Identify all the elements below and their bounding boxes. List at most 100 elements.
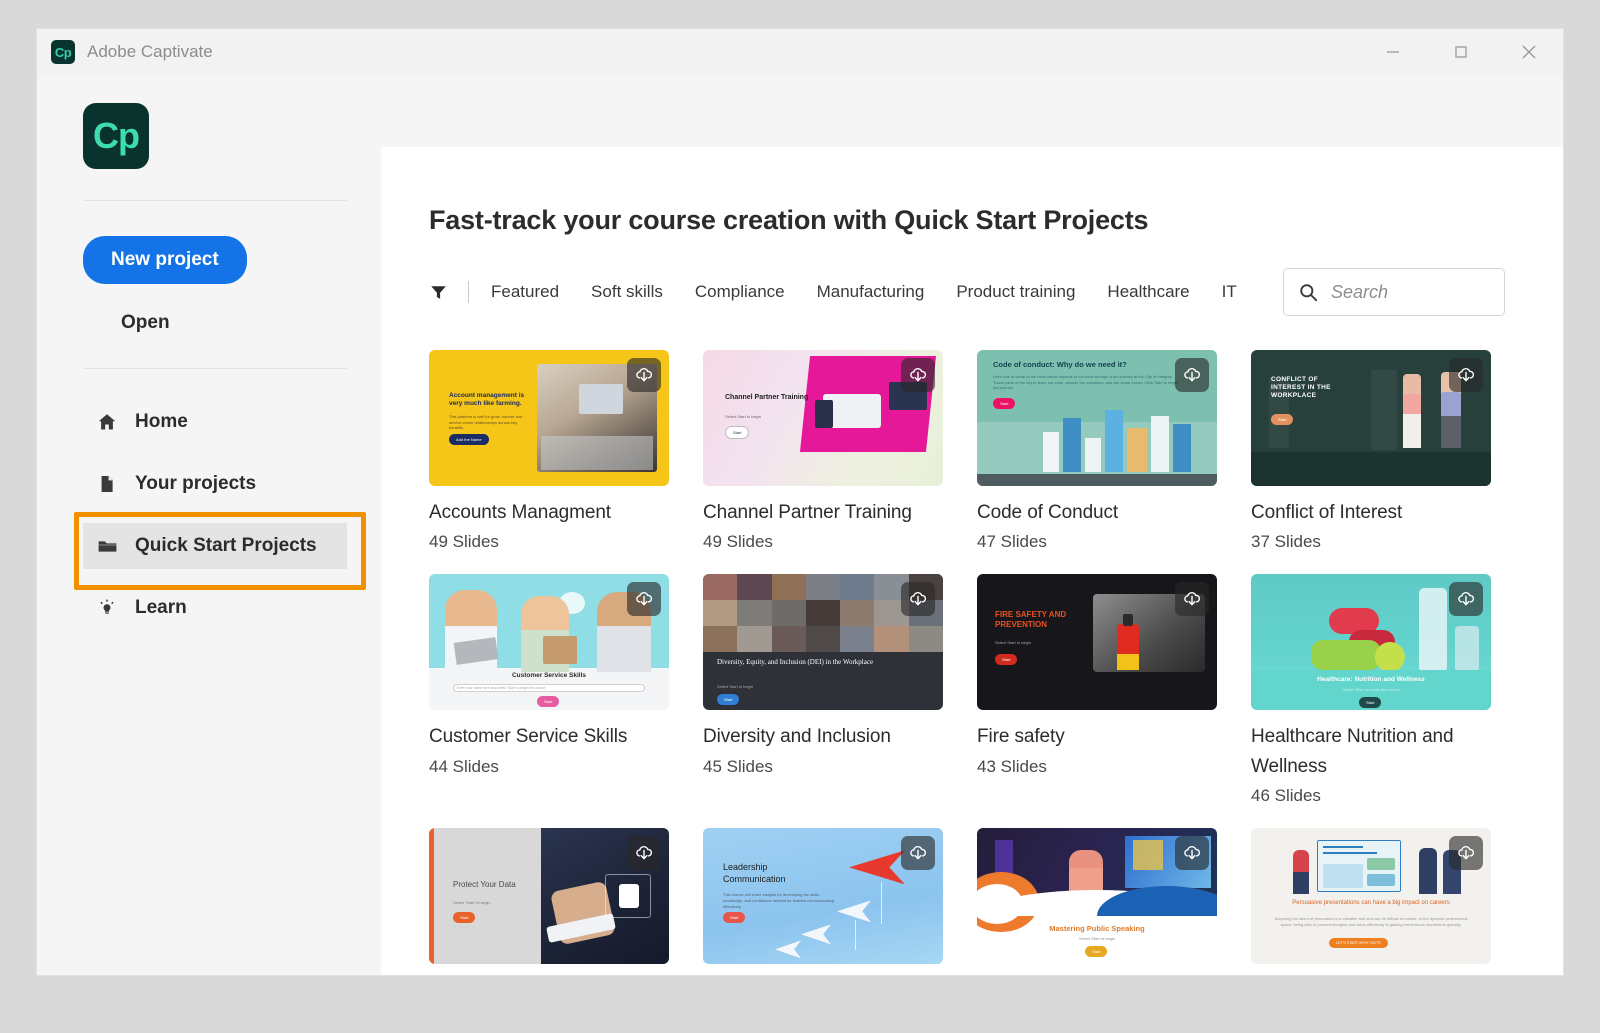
- card-mastering-public-speaking[interactable]: Mastering Public Speaking Select Start t…: [977, 828, 1217, 975]
- thumb-sub: This course will share insights for deve…: [723, 892, 834, 909]
- folder-icon: [97, 536, 123, 557]
- download-icon[interactable]: [901, 358, 935, 392]
- card-thumbnail[interactable]: Healthcare: Nutrition and Wellness Selec…: [1251, 574, 1491, 711]
- funnel-icon[interactable]: [429, 283, 448, 302]
- captivate-logo: Cp: [83, 103, 149, 169]
- card-thumbnail[interactable]: Protect Your Data Select 'Start' to begi…: [429, 828, 669, 965]
- download-icon[interactable]: [1175, 836, 1209, 871]
- maximize-icon: [1455, 46, 1467, 58]
- download-icon[interactable]: [1449, 836, 1483, 871]
- app-window: Cp Adobe Captivate Cp New project Open H…: [36, 28, 1564, 976]
- thumb-sub: Select 'Start' to begin the course: [1342, 686, 1400, 692]
- card-it-data-protection[interactable]: Protect Your Data Select 'Start' to begi…: [429, 828, 669, 975]
- card-slides: 49 Slides: [703, 532, 773, 552]
- sidebar-divider-middle: [83, 368, 347, 369]
- download-icon[interactable]: [1175, 358, 1209, 392]
- thumb-heading: Customer Service Skills: [511, 672, 587, 680]
- sidebar: Cp New project Open Home Your projects Q…: [37, 75, 381, 975]
- sidebar-item-label: Learn: [135, 597, 187, 618]
- download-icon[interactable]: [1449, 358, 1483, 392]
- thumb-button: Start: [537, 696, 560, 708]
- thumb-heading: Persuasive presentations can have a big …: [1292, 900, 1450, 907]
- thumb-button: Start: [1085, 946, 1108, 958]
- maximize-button[interactable]: [1427, 29, 1495, 75]
- card-healthcare-nutrition-and-wellness[interactable]: Healthcare: Nutrition and Wellness Selec…: [1251, 574, 1491, 806]
- card-persuasive-presentation[interactable]: Persuasive presentations can have a big …: [1251, 828, 1491, 975]
- card-thumbnail[interactable]: Mastering Public Speaking Select Start t…: [977, 828, 1217, 965]
- category-manufacturing[interactable]: Manufacturing: [817, 282, 925, 302]
- window-controls: [1359, 29, 1563, 75]
- card-thumbnail[interactable]: Persuasive presentations can have a big …: [1251, 828, 1491, 965]
- thumb-sub: Enter your name here and select 'Start' …: [457, 685, 546, 690]
- category-compliance[interactable]: Compliance: [695, 282, 785, 302]
- card-slides: 37 Slides: [1251, 532, 1321, 552]
- card-conflict-of-interest[interactable]: CONFLICT OF INTEREST IN THE WORKPLACE St…: [1251, 350, 1491, 552]
- new-project-wrap: New project: [37, 201, 381, 284]
- card-leadership-communications[interactable]: Leadership Communication This course wil…: [703, 828, 943, 975]
- card-thumbnail[interactable]: Diversity, Equity, and Inclusion (DEI) i…: [703, 574, 943, 711]
- category-healthcare[interactable]: Healthcare: [1107, 282, 1189, 302]
- download-icon[interactable]: [627, 836, 661, 871]
- card-thumbnail[interactable]: Leadership Communication This course wil…: [703, 828, 943, 965]
- download-icon[interactable]: [901, 582, 935, 617]
- download-icon[interactable]: [901, 836, 935, 871]
- card-customer-service-skills[interactable]: Customer Service Skills Enter your name …: [429, 574, 669, 806]
- card-thumbnail[interactable]: Account management is very much like far…: [429, 350, 669, 486]
- card-slides: 46 Slides: [1251, 786, 1321, 806]
- thumb-heading: FIRE SAFETY AND PREVENTION: [995, 610, 1067, 630]
- sidebar-item-label: Your projects: [135, 473, 257, 494]
- sidebar-item-learn[interactable]: Learn: [83, 585, 347, 631]
- card-thumbnail[interactable]: Code of conduct: Why do we need it? Let'…: [977, 350, 1217, 486]
- download-icon[interactable]: [1449, 582, 1483, 617]
- card-slides: 47 Slides: [977, 532, 1047, 552]
- card-thumbnail[interactable]: Channel Partner Training Select Start to…: [703, 350, 943, 486]
- card-accounts-managment[interactable]: Account management is very much like far…: [429, 350, 669, 552]
- card-thumbnail[interactable]: Customer Service Skills Enter your name …: [429, 574, 669, 711]
- open-button[interactable]: Open: [117, 306, 174, 340]
- card-diversity-and-inclusion[interactable]: Diversity, Equity, and Inclusion (DEI) i…: [703, 574, 943, 806]
- close-button[interactable]: [1495, 29, 1563, 75]
- document-icon: [97, 474, 123, 494]
- minimize-button[interactable]: [1359, 29, 1427, 75]
- card-fire-safety[interactable]: FIRE SAFETY AND PREVENTION Select Start …: [977, 574, 1217, 806]
- thumb-heading: Code of conduct: Why do we need it?: [993, 360, 1127, 369]
- sidebar-item-label: Quick Start Projects: [135, 535, 317, 556]
- thumb-button: Start: [725, 426, 750, 439]
- search-box[interactable]: [1283, 268, 1505, 316]
- download-icon[interactable]: [627, 582, 661, 617]
- category-product-training[interactable]: Product training: [956, 282, 1075, 302]
- thumb-sub: This platform is well for grow, nurture …: [449, 414, 523, 431]
- card-thumbnail[interactable]: CONFLICT OF INTEREST IN THE WORKPLACE St…: [1251, 350, 1491, 486]
- thumb-button: Start: [1271, 414, 1294, 425]
- quick-start-card-grid: Account management is very much like far…: [429, 350, 1563, 975]
- filter-divider: [468, 281, 469, 303]
- sidebar-item-your-projects[interactable]: Your projects: [83, 461, 347, 507]
- card-channel-partner-training[interactable]: Channel Partner Training Select Start to…: [703, 350, 943, 552]
- thumb-sub: Select Start to begin: [995, 640, 1032, 646]
- lightbulb-icon: [97, 598, 123, 618]
- card-thumbnail[interactable]: FIRE SAFETY AND PREVENTION Select Start …: [977, 574, 1217, 711]
- sidebar-item-quick-start-projects[interactable]: Quick Start Projects: [74, 512, 366, 590]
- app-icon: Cp: [51, 40, 75, 64]
- card-slides: 45 Slides: [703, 756, 773, 776]
- new-project-button[interactable]: New project: [83, 236, 247, 284]
- filter-row: Featured Soft skills Compliance Manufact…: [429, 268, 1563, 316]
- thumb-heading: Diversity, Equity, and Inclusion (DEI) i…: [717, 658, 874, 667]
- page-title: Fast-track your course creation with Qui…: [429, 205, 1149, 235]
- category-featured[interactable]: Featured: [491, 282, 559, 302]
- category-it[interactable]: IT: [1222, 282, 1237, 302]
- app-title: Adobe Captivate: [87, 42, 213, 61]
- download-icon[interactable]: [1175, 582, 1209, 617]
- thumb-heading: Healthcare: Nutrition and Wellness: [1317, 676, 1425, 684]
- search-input[interactable]: [1331, 281, 1490, 303]
- thumb-heading: Account management is very much like far…: [449, 392, 525, 408]
- title-bar: Cp Adobe Captivate: [37, 29, 1563, 75]
- card-title: Channel Partner Training: [703, 502, 912, 523]
- category-soft-skills[interactable]: Soft skills: [591, 282, 663, 302]
- download-icon[interactable]: [627, 358, 661, 392]
- card-slides: 43 Slides: [977, 756, 1047, 776]
- sidebar-item-home[interactable]: Home: [83, 399, 347, 445]
- thumb-button: Start: [717, 694, 740, 706]
- card-code-of-conduct[interactable]: Code of conduct: Why do we need it? Let'…: [977, 350, 1217, 552]
- thumb-sub: Select Start to begin: [725, 414, 762, 419]
